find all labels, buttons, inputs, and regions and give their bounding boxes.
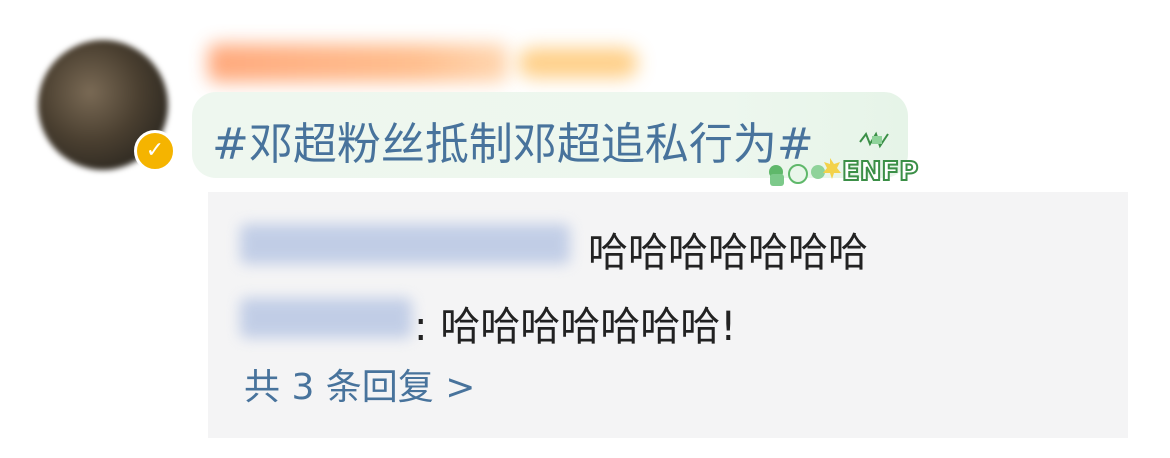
view-all-replies-link[interactable]: 共 3 条回复 > (244, 358, 475, 410)
replies-panel[interactable]: 哈哈哈哈哈哈哈 : 哈哈哈哈哈哈哈! 共 3 条回复 > (208, 192, 1128, 438)
reply-text: : 哈哈哈哈哈哈哈! (414, 304, 737, 350)
enfp-pendant-icon: ENFP (769, 131, 919, 188)
reply-item[interactable]: : 哈哈哈哈哈哈哈! (208, 292, 1128, 350)
reply-author-blurred[interactable] (240, 298, 412, 338)
enfp-label: ENFP (842, 157, 918, 187)
username-blurred[interactable] (208, 44, 508, 82)
verified-badge-icon: ✓ (134, 130, 176, 172)
reply-text: 哈哈哈哈哈哈哈 (588, 230, 868, 276)
topic-hashtag-link[interactable]: #邓超粉丝抵制邓超追私行为# (212, 108, 814, 172)
reply-item[interactable]: 哈哈哈哈哈哈哈 (208, 218, 1128, 276)
reply-author-blurred[interactable] (240, 224, 570, 264)
user-badge-blurred (518, 48, 638, 78)
